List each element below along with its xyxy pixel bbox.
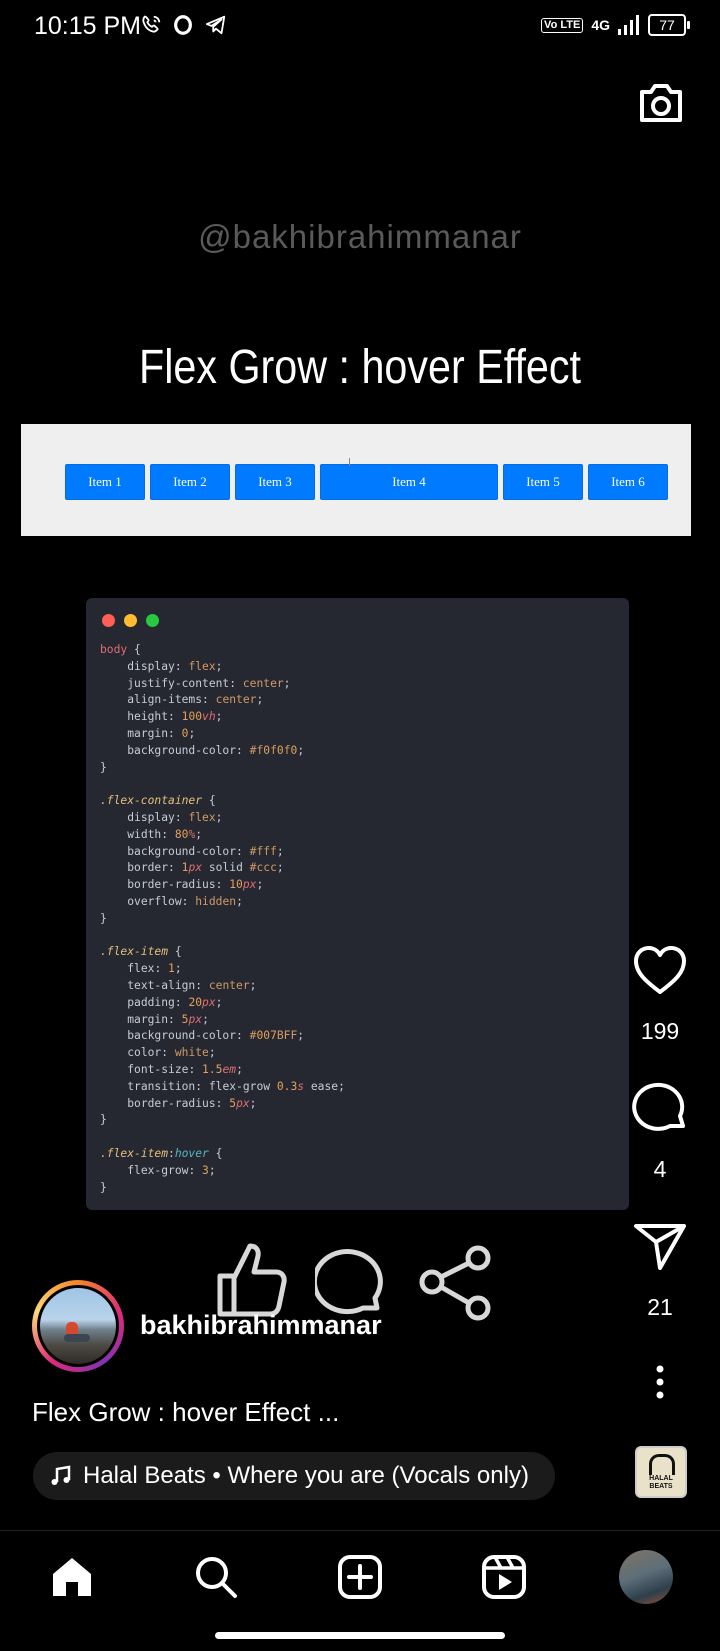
mouse-cursor <box>349 458 350 466</box>
signal-icon <box>618 15 639 35</box>
code-line: background-color: #007BFF; <box>127 1029 305 1043</box>
share-icon[interactable] <box>630 1216 690 1276</box>
code-line: flex: 1; <box>127 962 182 976</box>
call-icon <box>142 15 161 33</box>
opera-icon <box>174 15 192 35</box>
code-line: transition: flex-grow 0.3s ease; <box>127 1079 345 1093</box>
status-time: 10:15 PM <box>34 12 142 40</box>
code-line: } <box>100 911 107 925</box>
code-line: justify-content: center; <box>127 676 291 690</box>
nav-home[interactable] <box>45 1550 99 1604</box>
window-dots <box>102 614 159 627</box>
nav-search[interactable] <box>189 1550 243 1604</box>
nav-create[interactable] <box>333 1550 387 1604</box>
code-line: font-size: 1.5em; <box>127 1062 243 1076</box>
demo-item-5: Item 5 <box>503 464 583 500</box>
like-icon[interactable] <box>630 940 690 1000</box>
status-system-icons: Vo LTE 4G 77 <box>541 14 690 36</box>
code-line: background-color: #f0f0f0; <box>127 743 305 757</box>
avatar-inner <box>37 1285 119 1367</box>
nav-reels[interactable] <box>477 1550 531 1604</box>
minimize-dot <box>124 614 137 627</box>
home-icon <box>53 1558 91 1596</box>
code-card: body { display: flex; justify-content: c… <box>86 598 629 1210</box>
code-line: flex-grow: 3; <box>127 1163 216 1177</box>
demo-item-6: Item 6 <box>588 464 668 500</box>
flex-demo-row: Item 1 Item 2 Item 3 Item 4 Item 5 Item … <box>65 464 668 500</box>
code-line: } <box>100 760 107 774</box>
code-line: body { <box>100 643 141 656</box>
audio-thumb-label: HALAL BEATS <box>649 1475 673 1490</box>
share-count: 21 <box>647 1294 673 1320</box>
status-app-icons <box>140 14 228 36</box>
music-label: Halal Beats • Where you are (Vocals only… <box>83 1462 529 1489</box>
status-bar: 10:15 PM Vo LTE 4G 77 <box>0 0 720 56</box>
create-post-icon <box>338 1555 382 1599</box>
demo-item-2: Item 2 <box>150 464 230 500</box>
code-line: border-radius: 5px; <box>127 1096 257 1110</box>
code-line: } <box>100 1113 107 1127</box>
headphones-icon <box>649 1454 675 1475</box>
demo-item-3: Item 3 <box>235 464 315 500</box>
code-line: border-radius: 10px; <box>127 878 264 892</box>
code-line: .flex-item:hover { <box>100 1146 223 1160</box>
maximize-dot <box>146 614 159 627</box>
code-line: margin: 0; <box>127 726 196 740</box>
code-line: background-color: #fff; <box>127 844 284 858</box>
demo-item-4: Item 4 <box>320 464 498 500</box>
code-line: color: white; <box>127 1046 216 1060</box>
code-line: display: flex; <box>127 810 223 824</box>
comment-icon[interactable] <box>630 1078 690 1138</box>
music-pill[interactable]: Halal Beats • Where you are (Vocals only… <box>33 1452 555 1500</box>
code-line: align-items: center; <box>127 693 264 707</box>
code-line: display: flex; <box>127 659 223 673</box>
audio-thumbnail[interactable]: HALAL BEATS <box>635 1446 687 1498</box>
code-line: height: 100vh; <box>127 710 223 724</box>
author-username[interactable]: bakhibrahimmanar <box>140 1310 382 1341</box>
thumbs-up-icon <box>217 1243 287 1317</box>
network-type: 4G <box>591 17 610 33</box>
code-line: } <box>100 1180 107 1194</box>
share-nodes-icon <box>419 1245 491 1321</box>
home-indicator[interactable] <box>215 1632 505 1639</box>
like-count: 199 <box>640 1018 680 1044</box>
avatar-photo <box>40 1288 116 1364</box>
more-options-icon[interactable] <box>648 1364 672 1400</box>
close-dot <box>102 614 115 627</box>
battery-icon: 77 <box>648 14 690 36</box>
telegram-icon <box>205 15 226 35</box>
post-title: Flex Grow : hover Effect <box>138 341 582 394</box>
code-block: body { display: flex; justify-content: c… <box>100 642 345 1196</box>
code-line: margin: 5px; <box>127 1012 209 1026</box>
author-avatar[interactable] <box>32 1280 124 1372</box>
code-line: padding: 20px; <box>127 995 223 1009</box>
code-line: border: 1px solid #ccc; <box>127 861 284 875</box>
demo-item-1: Item 1 <box>65 464 145 500</box>
nav-profile-avatar[interactable] <box>619 1550 673 1604</box>
comment-count: 4 <box>653 1156 667 1182</box>
code-line: text-align: center; <box>127 978 257 992</box>
code-line: overflow: hidden; <box>127 894 243 908</box>
search-icon <box>196 1557 237 1598</box>
reels-icon <box>482 1555 526 1599</box>
flex-demo-preview: Item 1 Item 2 Item 3 Item 4 Item 5 Item … <box>21 424 691 536</box>
code-line: .flex-item { <box>100 945 182 959</box>
code-line: width: 80%; <box>127 827 203 841</box>
post-caption[interactable]: Flex Grow : hover Effect ... <box>32 1397 339 1428</box>
code-line: .flex-container { <box>100 794 216 808</box>
post-watermark: @bakhibrahimmanar <box>198 218 522 255</box>
camera-icon[interactable] <box>636 78 686 128</box>
volte-badge: Vo LTE <box>541 17 584 33</box>
music-note-icon <box>51 1465 71 1485</box>
